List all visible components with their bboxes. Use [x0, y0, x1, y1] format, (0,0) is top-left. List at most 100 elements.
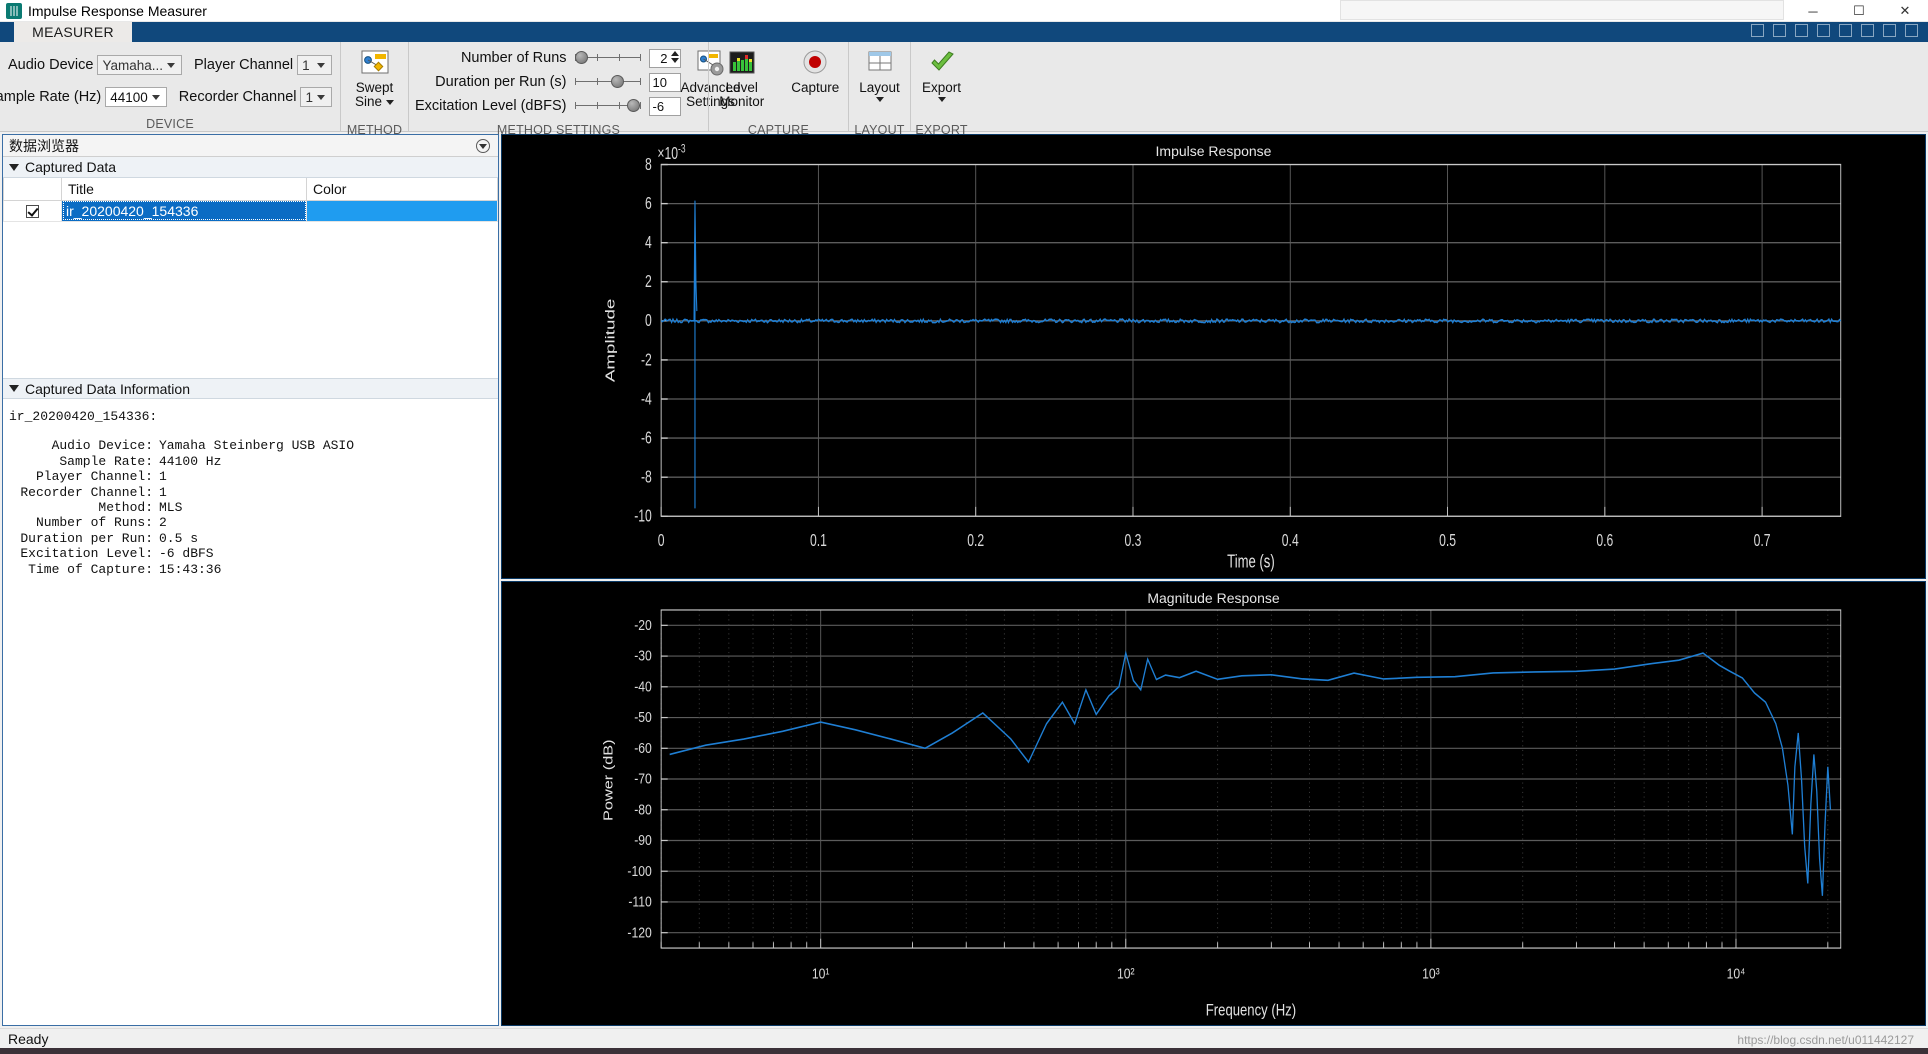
svg-text:0.1: 0.1: [810, 531, 827, 551]
info-row: Duration per Run: 0.5 s: [3, 531, 498, 546]
svg-text:0.4: 0.4: [1282, 531, 1299, 551]
ribbon-group-method: Swept Sine METHOD: [340, 42, 408, 137]
export-button[interactable]: Export: [911, 42, 972, 122]
table-row[interactable]: ir_20200420_154336: [3, 200, 498, 222]
method-swept-sine-button[interactable]: Swept Sine: [342, 42, 408, 122]
duration-slider[interactable]: [574, 75, 641, 89]
excitation-slider[interactable]: [574, 99, 641, 113]
help-icon[interactable]: [1883, 24, 1896, 37]
magnitude-response-svg: -20 -30 -40 -50 -60 -70 -80 -90 -100 -110 -120 10¹ 1…: [602, 609, 1842, 1020]
info-value: 44100 Hz: [159, 453, 222, 469]
taskbar: [0, 1048, 1928, 1054]
svg-text:-40: -40: [634, 678, 652, 695]
captured-data-section-label: Captured Data: [25, 159, 117, 175]
row-checkbox[interactable]: [26, 205, 39, 219]
chevron-down-icon[interactable]: [1905, 24, 1918, 37]
info-key: Recorder Channel:: [20, 484, 153, 500]
ribbon-group-method-settings: Number of Runs 2 Duration per Run (s) 10…: [408, 42, 741, 137]
duration-input[interactable]: 10: [648, 72, 681, 92]
captured-data-table-wrap: Title Color ir_20200420_154336: [3, 178, 498, 378]
magnitude-response-title: Magnitude Response: [1147, 590, 1280, 606]
status-text: Ready: [8, 1030, 49, 1047]
excitation-slider-knob[interactable]: [626, 99, 640, 112]
info-row: Method: MLS: [3, 500, 498, 515]
info-key: Excitation Level:: [20, 546, 153, 562]
ribbon: Audio Device Yamaha... Player Channel 1 …: [0, 42, 1928, 137]
audio-device-select[interactable]: Yamaha...: [97, 55, 182, 75]
svg-text:-120: -120: [627, 924, 652, 941]
impulse-response-svg: -10-8-6-4-2024680 0.1 0.2 0.3 0.4 0.5 0.6 0.7 ×…: [603, 143, 1842, 572]
svg-text:-4: -4: [641, 389, 652, 409]
magnitude-response-plot[interactable]: Magnitude Response -20 -30 -40 -50 -60 -70 -80…: [501, 581, 1926, 1026]
runs-slider[interactable]: [574, 51, 641, 65]
runs-input[interactable]: 2: [648, 48, 681, 68]
info-value: 1: [159, 484, 167, 500]
info-value: 2: [159, 515, 167, 531]
window-controls: ─ ☐ ✕: [1790, 0, 1928, 22]
data-browser-title: 数据浏览器: [9, 137, 79, 154]
tab-measurer[interactable]: MEASURER: [14, 22, 132, 42]
svg-text:0: 0: [645, 311, 652, 331]
maximize-button[interactable]: ☐: [1836, 0, 1882, 22]
runs-slider-knob[interactable]: [574, 51, 588, 64]
column-header-title[interactable]: Title: [61, 178, 307, 201]
info-row: Audio Device: Yamaha Steinberg USB ASIO: [3, 438, 498, 453]
chevron-down-icon: [166, 62, 175, 68]
title-bar-strip: [1340, 0, 1784, 20]
captured-data-section-header[interactable]: Captured Data: [3, 157, 498, 178]
collapse-triangle-icon: [9, 163, 19, 171]
quick-tools[interactable]: [1751, 24, 1918, 37]
column-header-color[interactable]: Color: [306, 178, 498, 201]
close-button[interactable]: ✕: [1882, 0, 1928, 22]
svg-text:-70: -70: [634, 770, 652, 787]
info-value: 15:43:36: [159, 561, 222, 577]
minimize-button[interactable]: ─: [1790, 0, 1836, 22]
svg-text:0: 0: [658, 531, 665, 551]
recorder-channel-select[interactable]: 1: [300, 87, 332, 107]
collapse-triangle-icon: [9, 385, 19, 392]
ribbon-group-layout: Layout LAYOUT: [848, 42, 910, 137]
svg-text:0.3: 0.3: [1125, 531, 1142, 551]
svg-text:-10: -10: [634, 507, 652, 527]
excitation-label: Excitation Level (dBFS): [415, 98, 567, 114]
excitation-input[interactable]: -6: [648, 96, 681, 116]
row-title[interactable]: ir_20200420_154336: [61, 200, 307, 222]
tool-icon-2[interactable]: [1773, 24, 1786, 37]
svg-text:0.2: 0.2: [967, 531, 984, 551]
tool-icon-1[interactable]: [1751, 24, 1764, 37]
ribbon-tab-row: MEASURER: [0, 22, 1928, 42]
runs-stepper[interactable]: [670, 50, 679, 63]
sample-rate-select[interactable]: 44100: [105, 87, 167, 107]
app-icon: [6, 2, 22, 19]
player-channel-select[interactable]: 1: [297, 55, 332, 75]
tool-icon-3[interactable]: [1795, 24, 1808, 37]
window-title: Impulse Response Measurer: [28, 2, 207, 19]
info-key: Player Channel:: [35, 469, 153, 485]
panel-menu-button[interactable]: [476, 139, 490, 153]
info-row: Excitation Level: -6 dBFS: [3, 546, 498, 561]
tool-icon-4[interactable]: [1817, 24, 1830, 37]
impulse-response-plot[interactable]: Impulse Response -10 -8 -6 -4 -2 0 2 4 6 8 0 0.1 0.2…: [501, 134, 1926, 579]
row-checkbox-cell[interactable]: [3, 200, 62, 222]
title-bar: Impulse Response Measurer ─ ☐ ✕: [0, 0, 1928, 22]
audio-device-label: Audio Device: [8, 57, 94, 73]
svg-text:0.6: 0.6: [1596, 531, 1613, 551]
info-key: Duration per Run:: [20, 530, 153, 546]
duration-slider-knob[interactable]: [610, 75, 624, 88]
tool-icon-6[interactable]: [1861, 24, 1874, 37]
tool-icon-5[interactable]: [1839, 24, 1852, 37]
svg-text:10⁴: 10⁴: [1727, 965, 1746, 982]
row-color-swatch[interactable]: [306, 200, 498, 222]
capture-button[interactable]: Capture: [783, 42, 849, 122]
ir-ylabel: Amplitude: [603, 299, 618, 383]
ribbon-group-device: Audio Device Yamaha... Player Channel 1 …: [0, 42, 340, 132]
layout-button[interactable]: Layout: [849, 42, 910, 122]
mr-ylabel: Power (dB): [602, 739, 616, 821]
svg-text:-8: -8: [641, 467, 652, 487]
captured-data-table: Title Color ir_20200420_154336: [3, 178, 498, 222]
captured-data-information-header[interactable]: Captured Data Information: [3, 378, 498, 399]
level-monitor-button[interactable]: Level Monitor: [709, 42, 775, 122]
sample-rate-label: Sample Rate (Hz): [0, 89, 102, 105]
grid-layout-icon: [868, 51, 891, 71]
svg-text:4: 4: [645, 233, 652, 253]
